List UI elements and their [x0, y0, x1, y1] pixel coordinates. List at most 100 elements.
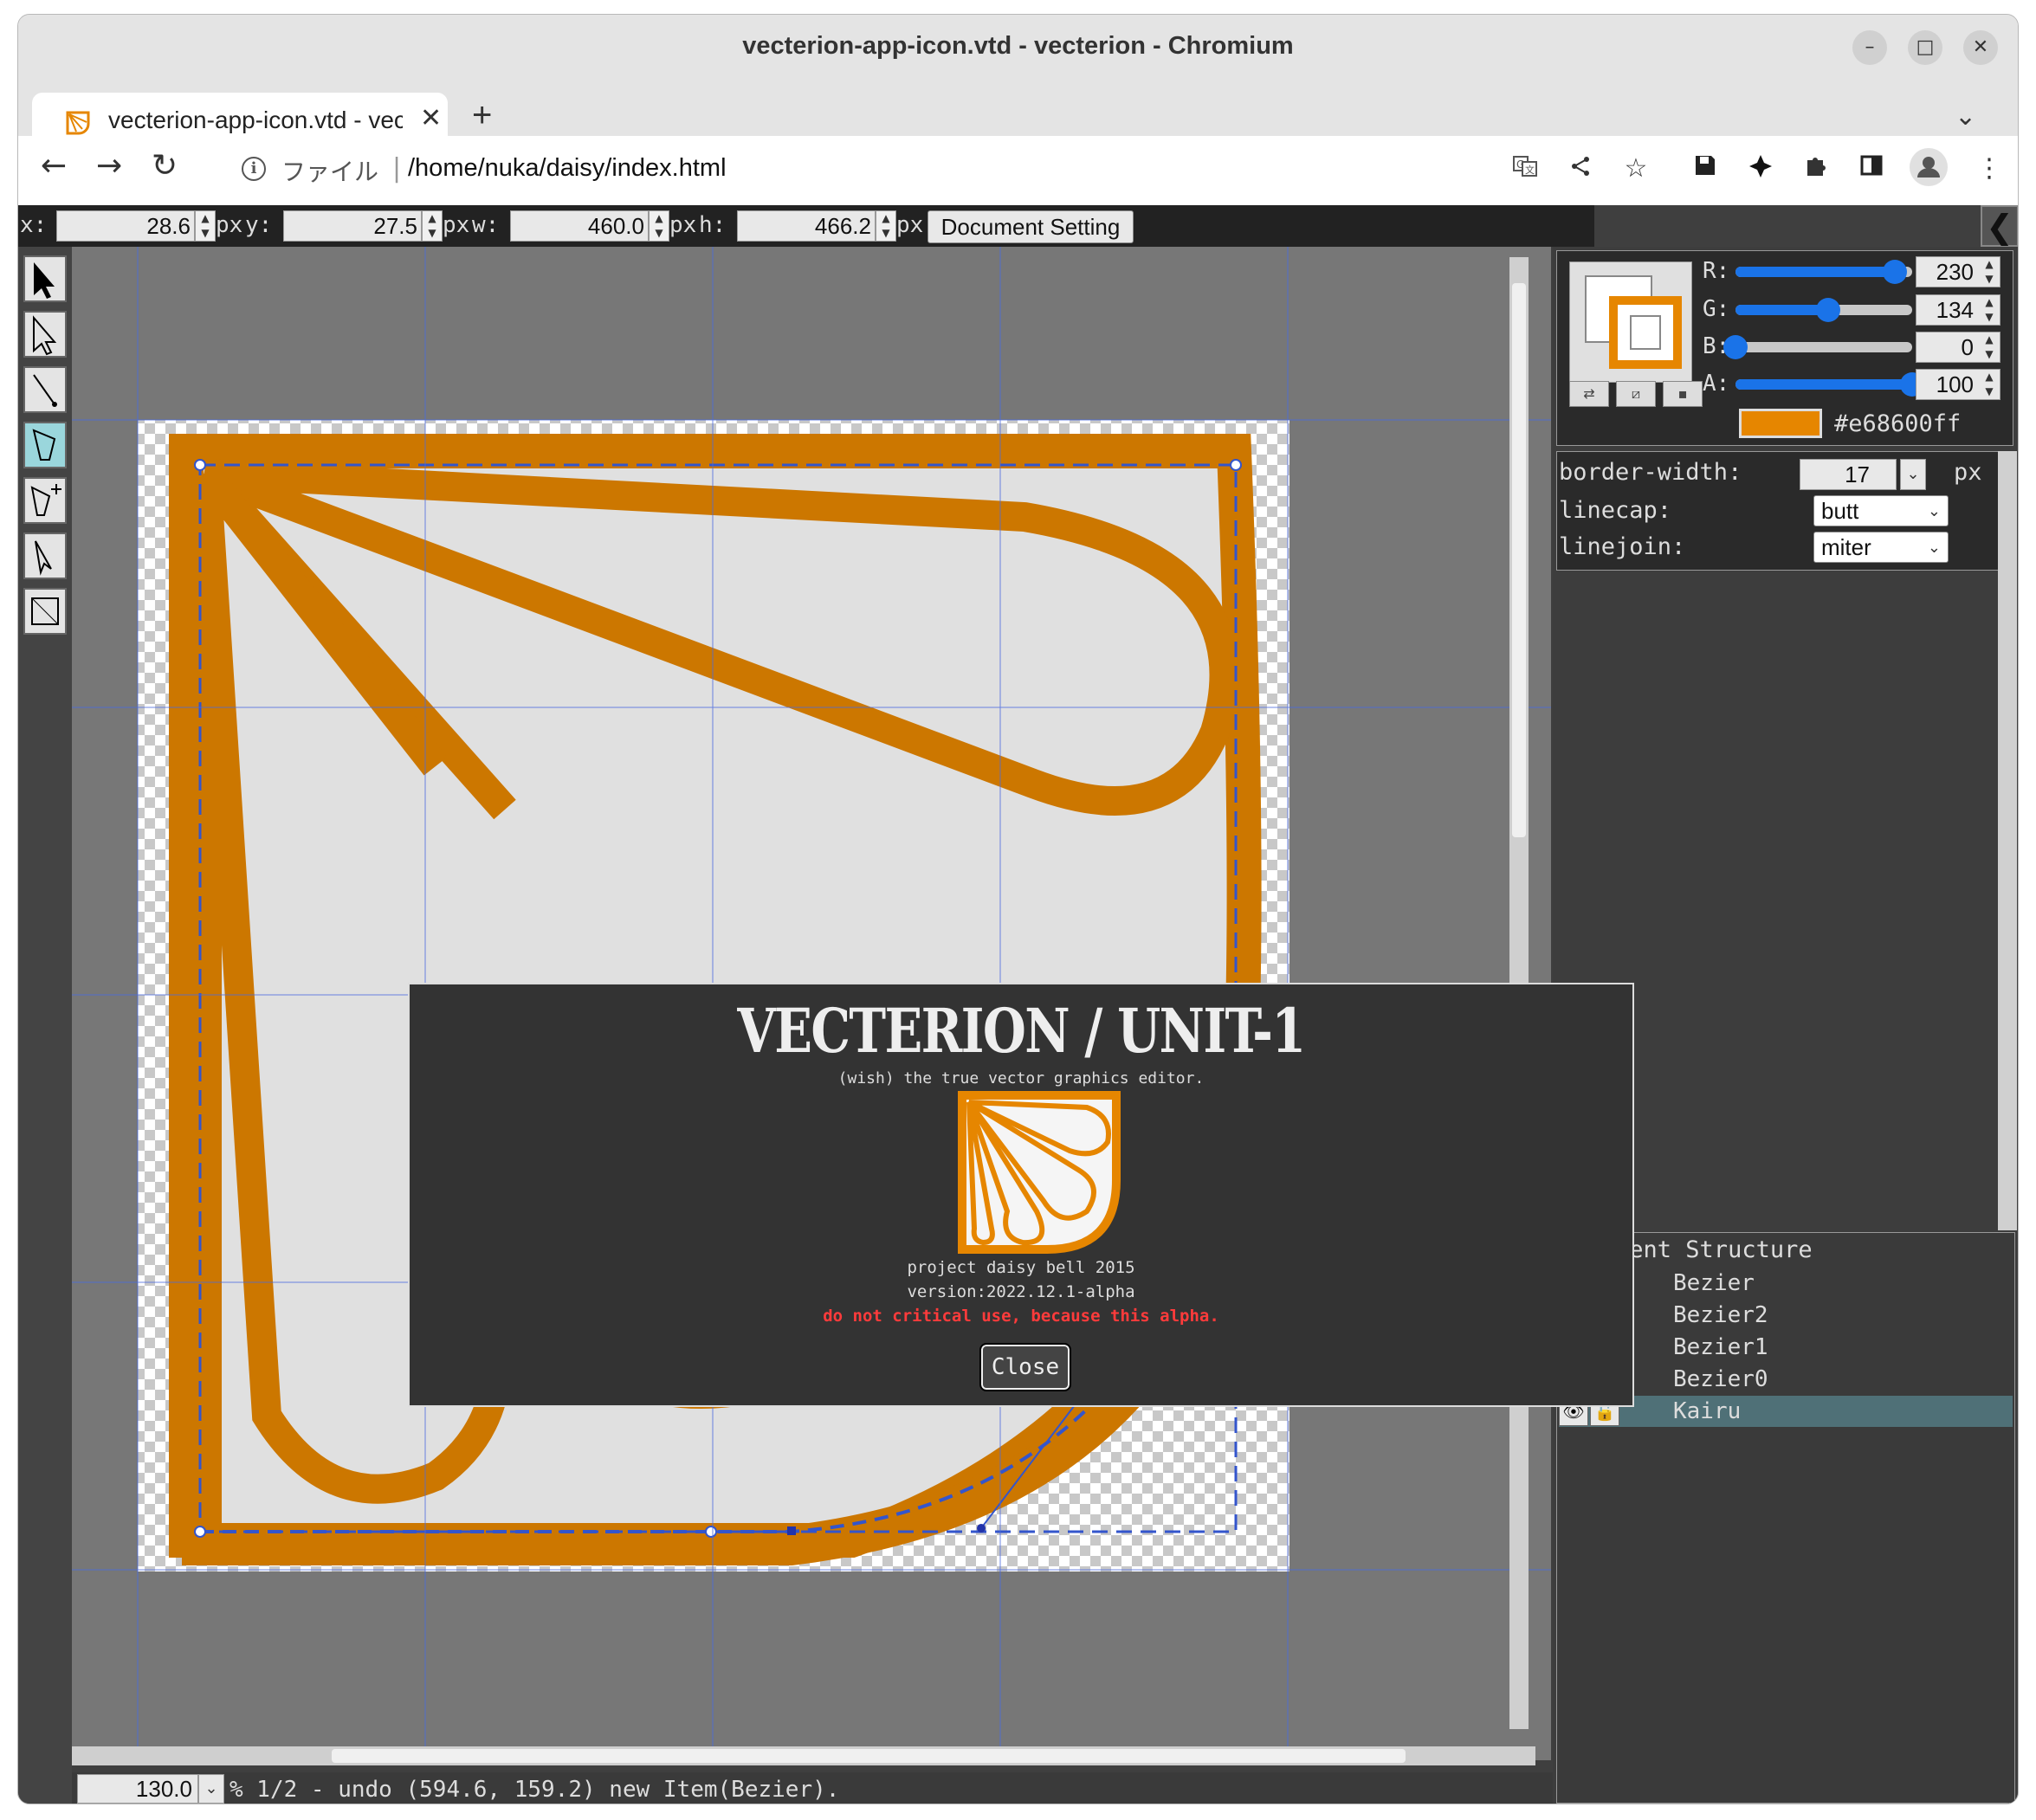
color-panel: ⇄ ⧄ ▪ R: 230 ▲ ▼ G: 134 ▲ ▼ B: 0 ▲ ▼ A: 100…	[1556, 250, 2013, 446]
a-slider[interactable]	[1735, 372, 1924, 397]
reload-icon[interactable]: ↻	[152, 148, 178, 184]
forward-arrow-icon[interactable]: →	[96, 148, 122, 184]
anchor-select-tool[interactable]	[23, 532, 67, 579]
stroke-color-icon	[1585, 275, 1682, 369]
share-icon[interactable]	[1565, 153, 1596, 184]
tool-palette	[18, 247, 72, 1804]
current-color-swatch[interactable]	[1739, 409, 1822, 438]
direct-select-tool[interactable]	[23, 311, 67, 358]
control-point[interactable]	[977, 1524, 986, 1533]
about-project-line: project daisy bell 2015	[907, 1258, 1135, 1277]
menu-icon[interactable]: ⋮	[1974, 153, 2005, 184]
fill-stroke-swatch[interactable]	[1569, 261, 1692, 383]
extensions-icon[interactable]	[1800, 153, 1832, 184]
about-title: VECTERION / UNIT-1	[737, 995, 1306, 1067]
w-spinner[interactable]: ▲ ▼	[649, 210, 669, 242]
chevron-down-icon: ⌄	[1927, 502, 1941, 520]
about-warning-line: do not critical use, because this alpha.	[823, 1307, 1219, 1326]
h-spinner[interactable]: ▲ ▼	[876, 210, 896, 242]
about-subtitle: (wish) the true vector graphics editor.	[837, 1069, 1205, 1087]
anchor-point-selected[interactable]	[787, 1526, 796, 1535]
horizontal-scroll-thumb[interactable]	[332, 1749, 1406, 1763]
b-slider[interactable]	[1723, 335, 1912, 359]
maximize-button[interactable]: □	[1908, 30, 1942, 65]
minimize-button[interactable]: –	[1852, 30, 1887, 65]
browser-toolbar: ← → ↻ i ファイル | /home/nuka/daisy/index.ht…	[18, 136, 2018, 205]
b-spinner[interactable]: ▲ ▼	[1980, 332, 1999, 362]
x-input[interactable]: 28.6	[56, 210, 195, 242]
bezier-tool[interactable]	[23, 422, 67, 468]
line-icon	[33, 374, 57, 407]
new-tab-button[interactable]: +	[472, 96, 492, 135]
select-tool[interactable]	[23, 255, 67, 302]
panel-scrollbar[interactable]	[1998, 451, 2017, 1230]
tab-close-icon[interactable]: ✕	[420, 103, 442, 133]
r-slider[interactable]	[1735, 260, 1912, 284]
linecap-value: butt	[1821, 498, 1859, 524]
linecap-select[interactable]: butt ⌄	[1813, 495, 1949, 526]
add-anchor-tool[interactable]	[23, 477, 67, 524]
document-setting-button[interactable]: Document Setting	[928, 210, 1134, 243]
back-arrow-icon[interactable]: ←	[41, 148, 67, 184]
y-unit: px	[443, 212, 470, 238]
y-label: y:	[245, 212, 273, 238]
site-info-icon[interactable]: i	[242, 157, 266, 181]
r-spinner[interactable]: ▲ ▼	[1980, 257, 1999, 287]
save-extension-icon[interactable]	[1690, 153, 1721, 184]
collapse-panel-button[interactable]: ❮	[1981, 205, 2018, 247]
x-spinner[interactable]: ▲ ▼	[195, 210, 216, 242]
y-input[interactable]: 27.5	[283, 210, 422, 242]
border-width-dropdown-icon[interactable]: ⌄	[1900, 459, 1926, 490]
anchor-point[interactable]	[1230, 459, 1242, 471]
w-unit: px	[669, 212, 697, 238]
vecterion-app: x: 28.6 ▲ ▼ px y: 27.5 ▲ ▼ px w: 460.0 ▲ ▼ …	[18, 205, 2018, 1804]
anchor-point[interactable]	[194, 1526, 206, 1538]
chevron-down-icon: ⌄	[1927, 539, 1941, 556]
swap-colors-icon[interactable]: ⇄	[1569, 381, 1609, 407]
layer-name: Kairu	[1673, 1398, 1742, 1424]
w-label: w:	[472, 212, 500, 238]
w-input[interactable]: 460.0	[510, 210, 649, 242]
anchor-point[interactable]	[194, 459, 206, 471]
h-input[interactable]: 466.2	[737, 210, 876, 242]
side-panel-icon[interactable]	[1856, 153, 1887, 184]
zoom-input[interactable]: 130.0	[77, 1774, 198, 1804]
scheme-separator: |	[392, 153, 402, 184]
line-tool[interactable]	[23, 366, 67, 413]
url-text[interactable]: /home/nuka/daisy/index.html	[408, 154, 727, 183]
y-spinner[interactable]: ▲ ▼	[422, 210, 443, 242]
about-dialog: VECTERION / UNIT-1 (wish) the true vecto…	[408, 983, 1634, 1407]
border-width-input[interactable]: 17	[1800, 459, 1897, 490]
about-version-line: version:2022.12.1-alpha	[907, 1282, 1135, 1301]
h-label: h:	[699, 212, 727, 238]
g-label: G:	[1703, 296, 1730, 322]
anchor-point[interactable]	[705, 1526, 717, 1538]
stroke-only-icon[interactable]: ▪	[1663, 381, 1703, 407]
a-spinner[interactable]: ▲ ▼	[1980, 370, 1999, 399]
linejoin-select[interactable]: miter ⌄	[1813, 532, 1949, 563]
close-window-button[interactable]: ✕	[1963, 30, 1998, 65]
g-slider[interactable]	[1735, 298, 1912, 322]
address-bar[interactable]: i ファイル | /home/nuka/daisy/index.html	[207, 143, 1800, 195]
r-label: R:	[1703, 258, 1730, 284]
title-bar: vecterion-app-icon.vtd - vecterion - Chr…	[18, 15, 2018, 79]
tab-search-chevron-icon[interactable]: ⌄	[1955, 101, 1976, 132]
g-spinner[interactable]: ▲ ▼	[1980, 295, 1999, 325]
vertical-scroll-thumb[interactable]	[1512, 283, 1526, 837]
anchor-arrow-icon	[35, 540, 52, 576]
bezier-pen-icon	[32, 429, 56, 461]
tab-title: vecterion-app-icon.vtd - vecterion	[108, 106, 403, 133]
extension-puzzle-icon[interactable]	[1745, 153, 1776, 184]
status-message: % 1/2 - undo (594.6, 159.2) new Item(Bez…	[229, 1777, 840, 1803]
bookmark-star-icon[interactable]: ☆	[1620, 153, 1651, 184]
vecterion-logo-icon	[958, 1091, 1121, 1254]
canvas-horizontal-scrollbar[interactable]	[72, 1746, 1535, 1765]
layer-name: Bezier0	[1673, 1366, 1768, 1392]
close-button[interactable]: Close	[979, 1343, 1071, 1391]
zoom-dropdown-chevron-icon[interactable]: ⌄	[198, 1774, 224, 1804]
rect-tool[interactable]	[23, 588, 67, 635]
no-color-icon[interactable]: ⧄	[1616, 381, 1656, 407]
profile-icon[interactable]	[1910, 148, 1948, 186]
translate-icon[interactable]: G文	[1509, 153, 1541, 184]
browser-window: vecterion-app-icon.vtd - vecterion - Chr…	[17, 14, 2019, 1804]
